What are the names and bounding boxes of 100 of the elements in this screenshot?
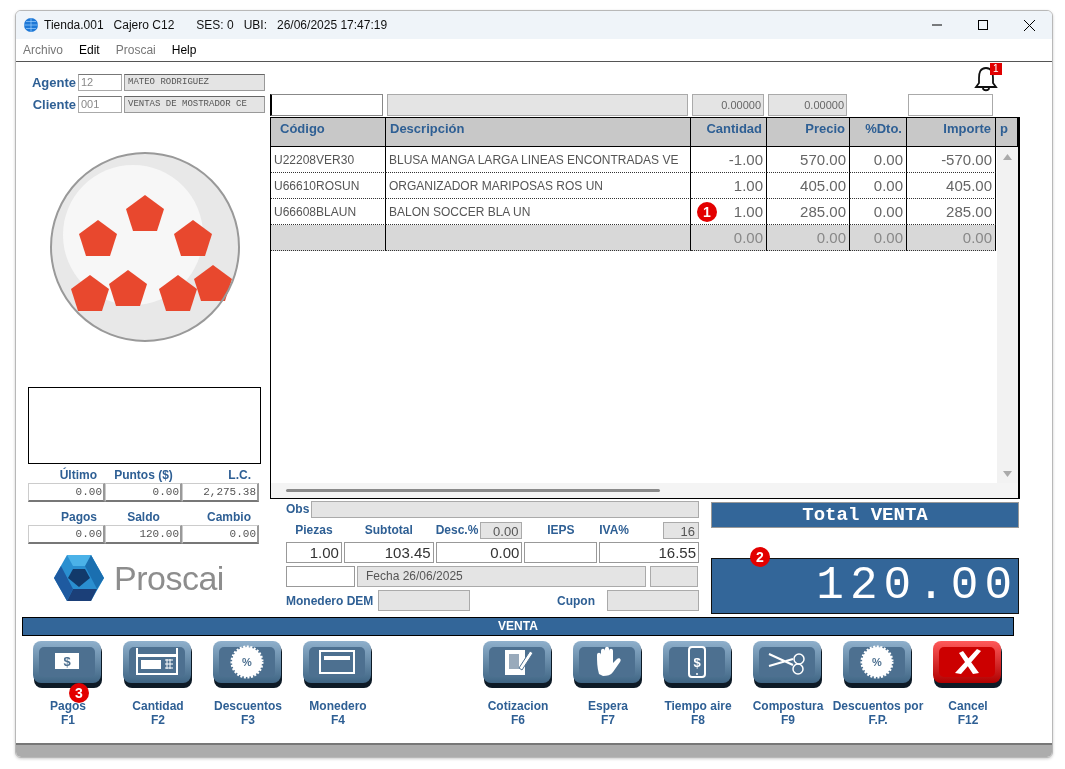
window-title: UBI: — [243, 18, 267, 32]
cross-icon — [933, 641, 1003, 689]
client-label: Cliente — [31, 97, 77, 112]
stat-field: 120.00 — [105, 525, 182, 544]
agent-name-field: MATEO RODRIGUEZ — [124, 74, 265, 91]
notification-badge: 1 — [990, 63, 1002, 75]
blank-field — [286, 566, 355, 587]
coupon-label: Cupon — [557, 593, 595, 608]
client-code-field[interactable]: 001 — [78, 96, 122, 113]
table-cell: 405.00 — [767, 173, 850, 199]
table-cell: BLUSA MANGA LARGA LINEAS ENCONTRADAS VE — [386, 147, 691, 173]
table-cell: U22208VER30 — [271, 147, 386, 173]
function-key-button[interactable]: % Descuentos F3 — [203, 641, 293, 727]
cash-register-icon — [123, 641, 193, 689]
table-cell: 0.00 — [691, 225, 767, 251]
stat-label: Cambio — [206, 509, 252, 525]
column-header[interactable]: Cantidad — [691, 118, 767, 147]
number-marker: 3 — [69, 683, 89, 703]
function-key-button[interactable]: % Descuentos por F.P. — [833, 641, 923, 727]
summary-label: IEPS — [547, 523, 575, 537]
stat-label: L.C. — [227, 467, 252, 483]
stat-field: 0.00 — [28, 525, 105, 544]
function-key-button[interactable]: Cancel F12 — [923, 641, 1013, 727]
summary-label: Piezas — [295, 523, 333, 537]
column-header[interactable]: Importe — [907, 118, 996, 147]
stat-label: Puntos ($) — [113, 467, 174, 483]
document-pen-icon — [483, 641, 553, 689]
summary-field: 1.00 — [286, 542, 342, 563]
function-key-button[interactable]: Espera F7 — [563, 641, 653, 727]
column-header[interactable]: %Dto. — [850, 118, 907, 147]
number-marker: 2 — [750, 547, 770, 567]
menu-item[interactable]: Edit — [78, 43, 101, 57]
window-title: 26/06/2025 17:47:19 — [277, 18, 388, 32]
obs-label: Obs — [286, 502, 310, 516]
function-key-button[interactable]: $ 3 Pagos F1 — [23, 641, 113, 727]
agent-code-field[interactable]: 12 — [78, 74, 122, 91]
scissors-icon — [753, 641, 823, 689]
globe-icon — [24, 18, 38, 32]
table-cell: ORGANIZADOR MARIPOSAS ROS UN — [386, 173, 691, 199]
phone-icon: $ — [663, 641, 733, 689]
stat-field: 0.00 — [182, 525, 259, 544]
table-cell: 0.00 — [767, 225, 850, 251]
function-key-button[interactable]: Cotizacion F6 — [473, 641, 563, 727]
stat-label: Pagos — [60, 509, 98, 525]
function-key-button[interactable]: Compostura F9 — [743, 641, 833, 727]
column-header[interactable]: Precio — [767, 118, 850, 147]
logo-text: Proscai — [114, 558, 224, 598]
blank-field — [650, 566, 698, 587]
table-cell: 0.00 — [850, 173, 907, 199]
horizontal-scrollbar[interactable] — [271, 483, 1018, 498]
vertical-scrollbar[interactable] — [997, 147, 1018, 484]
scroll-down-icon[interactable] — [1003, 469, 1012, 479]
table-cell: -1.00 — [691, 147, 767, 173]
table-cell: 1.00 — [691, 173, 767, 199]
stat-label: Saldo — [126, 509, 161, 525]
code-input[interactable] — [270, 94, 383, 116]
hand-icon — [573, 641, 643, 689]
summary-label: Subtotal — [364, 523, 413, 537]
stat-field: 0.00 — [28, 483, 105, 502]
stat-field: 2,275.38 — [182, 483, 259, 502]
date-field: Fecha 26/06/2025 — [357, 566, 646, 587]
window-title: Cajero C12 — [113, 18, 175, 32]
column-header[interactable]: Descripción — [386, 118, 691, 147]
column-header[interactable]: p — [996, 118, 1018, 147]
preset-field: 0.00 — [480, 521, 523, 539]
obs-field[interactable] — [311, 500, 699, 518]
function-key-button[interactable]: Cantidad F2 — [113, 641, 203, 727]
summary-label: Desc.% — [435, 523, 479, 537]
stat-field: 0.00 — [105, 483, 182, 502]
agent-label: Agente — [30, 75, 77, 90]
column-header[interactable]: Código — [271, 118, 386, 147]
number-marker: 1 — [697, 202, 717, 222]
table-cell: -570.00 — [907, 147, 996, 173]
window-title: Tienda.001 — [44, 18, 104, 32]
card-icon — [303, 641, 373, 689]
quantity-field: 0.00000 — [692, 94, 764, 116]
function-key-button[interactable]: Monedero F4 — [293, 641, 383, 727]
table-cell: 570.00 — [767, 147, 850, 173]
close-icon — [1023, 19, 1035, 31]
maximize-icon — [978, 20, 988, 30]
stat-label: Último — [58, 467, 98, 483]
dollar-bill-icon: $ — [33, 641, 103, 689]
price-field: 0.00000 — [768, 94, 847, 116]
client-name-field: VENTAS DE MOSTRADOR CE — [124, 96, 265, 113]
function-key-button[interactable]: $ Tiempo aire F8 — [653, 641, 743, 727]
table-cell: U66610ROSUN — [271, 173, 386, 199]
section-bar: VENTA — [22, 617, 1014, 636]
bell-icon[interactable] — [974, 64, 998, 92]
wallet-label: Monedero DEM — [286, 593, 374, 608]
summary-label: IVA% — [599, 523, 630, 537]
scroll-up-icon[interactable] — [1003, 152, 1012, 162]
table-cell: 0.00 — [907, 225, 996, 251]
window-title: SES: 0 — [196, 18, 234, 32]
percent-seal-icon: % — [843, 641, 913, 689]
menu-item[interactable]: Help — [170, 43, 198, 57]
total-title: Total VENTA — [711, 502, 1019, 528]
summary-field: 0.00 — [435, 542, 523, 563]
summary-field: 103.45 — [343, 542, 434, 563]
table-cell: 0.00 — [850, 225, 907, 251]
summary-field: 16.55 — [599, 542, 699, 563]
